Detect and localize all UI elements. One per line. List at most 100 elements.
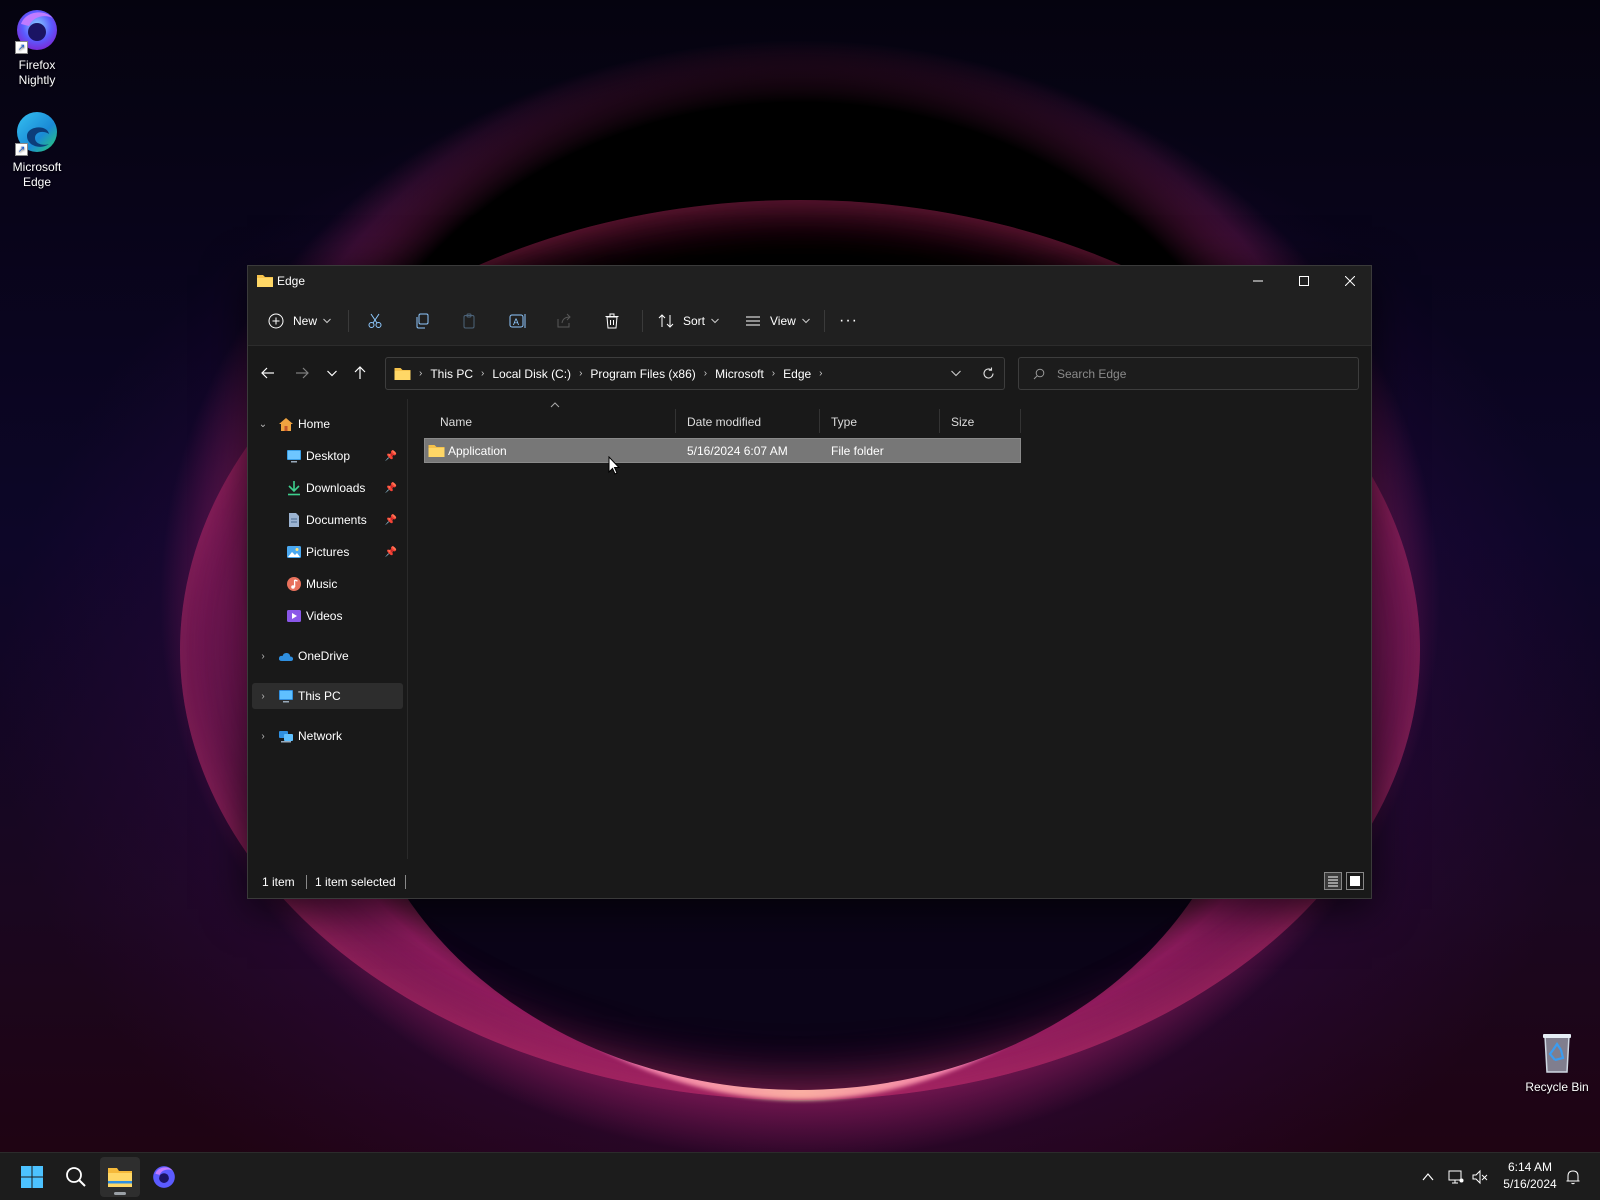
sidebar-item-label: Home [298,417,331,431]
svg-text:A: A [513,317,519,327]
search-icon [1033,368,1045,380]
search-button[interactable] [56,1157,96,1197]
view-button[interactable]: View [745,308,810,334]
details-view-button[interactable] [1324,872,1342,890]
sidebar-item-onedrive[interactable]: › OneDrive [252,643,403,669]
sidebar-item-videos[interactable]: Videos [252,603,403,629]
large-icons-view-button[interactable] [1346,872,1364,890]
notifications-button[interactable] [1560,1153,1586,1200]
sort-button[interactable]: Sort [658,308,719,334]
breadcrumb-microsoft[interactable]: Microsoft [715,367,764,381]
column-header-name[interactable]: Name [440,412,472,432]
pin-icon: 📌 [384,546,397,558]
column-divider[interactable] [939,409,940,433]
firefox-nightly-icon [153,1166,175,1188]
home-icon [279,418,293,431]
breadcrumb-separator-icon[interactable]: › [579,368,582,379]
paste-button[interactable] [461,308,477,334]
breadcrumb-edge[interactable]: Edge [783,367,811,381]
desktop-icon-label: Microsoft [12,160,62,174]
desktop-icon [287,450,301,463]
sidebar-item-this-pc[interactable]: › This PC [252,683,403,709]
share-button[interactable] [556,308,572,334]
rename-button[interactable]: A [509,308,527,334]
file-explorer-icon [108,1168,132,1187]
breadcrumb-separator-icon[interactable]: › [819,368,822,379]
column-header-type[interactable]: Type [831,412,857,432]
download-icon [288,481,300,496]
desktop-icon-firefox-nightly[interactable]: ↗ Firefox Nightly [0,6,74,88]
breadcrumb-separator-icon[interactable]: › [772,368,775,379]
column-divider[interactable] [675,409,676,433]
sidebar-item-music[interactable]: Music [252,571,403,597]
column-divider[interactable] [819,409,820,433]
breadcrumb-local-disk[interactable]: Local Disk (C:) [492,367,571,381]
desktop-icon-label: Nightly [18,73,56,87]
chevron-down-icon [327,370,337,376]
cut-button[interactable] [367,308,383,334]
window-title: Edge [277,274,306,288]
up-button[interactable] [348,361,372,385]
desktop-icon-microsoft-edge[interactable]: ↗ Microsoft Edge [0,108,74,190]
chevron-right-icon[interactable]: › [258,691,268,702]
chevron-down-icon[interactable]: ⌄ [258,419,268,430]
taskbar-file-explorer[interactable] [100,1157,140,1197]
breadcrumb-program-files[interactable]: Program Files (x86) [590,367,695,381]
file-type: File folder [831,444,884,458]
tray-volume-button[interactable] [1468,1153,1492,1200]
sidebar-item-label: Desktop [306,449,351,463]
breadcrumb-separator-icon[interactable]: › [704,368,707,379]
search-box[interactable] [1018,357,1359,390]
new-button[interactable]: New [268,308,331,334]
address-history-button[interactable] [942,358,970,389]
sidebar-item-pictures[interactable]: Pictures 📌 [252,539,403,565]
minimize-button[interactable] [1235,266,1281,296]
copy-button[interactable] [414,308,430,334]
desktop-icon-recycle-bin[interactable]: Recycle Bin [1520,1028,1594,1095]
breadcrumb-separator-icon[interactable]: › [481,368,484,379]
folder-icon [428,445,445,457]
refresh-button[interactable] [974,358,1002,389]
taskbar-clock[interactable]: 6:14 AM 5/16/2024 [1490,1159,1570,1193]
sidebar-item-downloads[interactable]: Downloads 📌 [252,475,403,501]
table-row[interactable]: Application 5/16/2024 6:07 AM File folde… [424,438,1021,463]
address-bar[interactable]: › This PC › Local Disk (C:) › Program Fi… [385,357,1005,390]
arrow-right-icon [296,367,309,379]
sidebar-item-network[interactable]: › Network [252,723,403,749]
tray-network-button[interactable] [1444,1153,1468,1200]
sidebar-item-documents[interactable]: Documents 📌 [252,507,403,533]
windows-logo-icon [21,1166,43,1188]
close-button[interactable] [1327,266,1373,296]
desktop-icon-label: Recycle Bin [1525,1080,1589,1094]
back-button[interactable] [256,361,280,385]
breadcrumb-this-pc[interactable]: This PC [430,367,473,381]
maximize-button[interactable] [1281,266,1327,296]
title-bar[interactable]: Edge [248,266,1371,296]
taskbar: 6:14 AM 5/16/2024 [0,1152,1600,1200]
column-header-size[interactable]: Size [951,412,974,432]
share-icon [557,313,571,328]
taskbar-firefox-nightly[interactable] [144,1157,184,1197]
chevron-right-icon[interactable]: › [258,731,268,742]
forward-button[interactable] [290,361,314,385]
item-count: 1 item [262,875,295,889]
sidebar-item-label: Videos [306,609,343,623]
start-button[interactable] [12,1157,52,1197]
arrow-left-icon [261,367,274,379]
sidebar-item-home[interactable]: ⌄ Home [252,411,403,437]
chevron-down-icon [951,370,961,377]
clock-date: 5/16/2024 [1503,1177,1557,1191]
chevron-down-icon [711,318,719,324]
search-input[interactable] [1057,364,1347,384]
delete-button[interactable] [604,308,620,334]
breadcrumb-separator-icon[interactable]: › [419,368,422,379]
sidebar-item-desktop[interactable]: Desktop 📌 [252,443,403,469]
chevron-right-icon[interactable]: › [258,651,268,662]
pin-icon: 📌 [384,450,397,462]
recent-locations-button[interactable] [320,361,344,385]
view-label: View [770,314,796,328]
see-more-button[interactable]: ··· [839,308,858,334]
column-divider[interactable] [1020,409,1021,433]
show-hidden-icons-button[interactable] [1416,1153,1440,1200]
column-header-date-modified[interactable]: Date modified [687,412,761,432]
